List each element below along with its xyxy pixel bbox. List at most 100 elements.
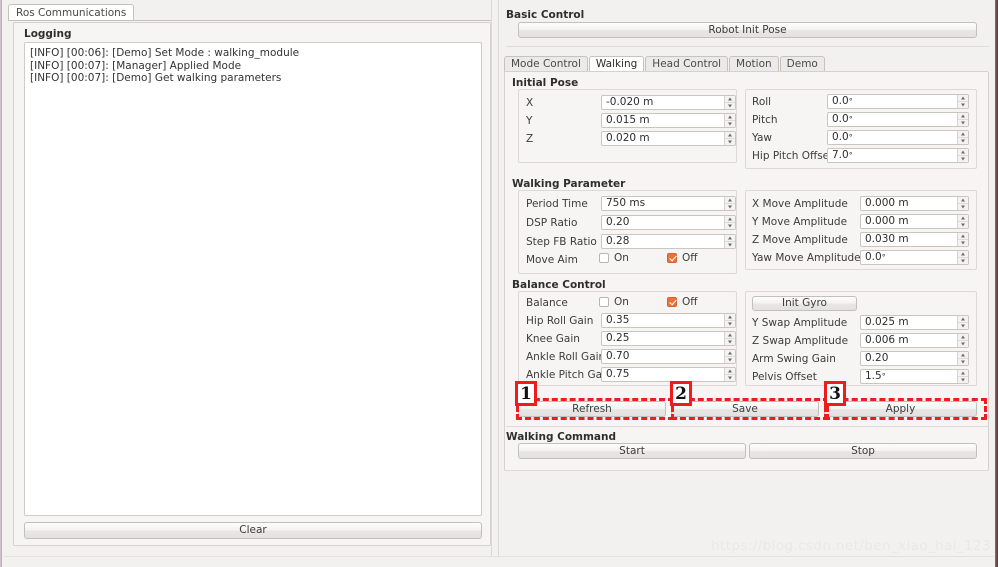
spinner-arrows[interactable] [724, 332, 735, 345]
spinner-arrows[interactable] [957, 251, 968, 264]
init-gyro-button[interactable]: Init Gyro [752, 296, 857, 311]
spinner-up-icon[interactable] [958, 113, 968, 120]
tab-head-control[interactable]: Head Control [645, 56, 729, 72]
spinner-down-icon[interactable] [958, 156, 968, 162]
knee-gain-spinbox[interactable]: 0.25 [601, 331, 736, 346]
spinner-up-icon[interactable] [958, 95, 968, 102]
spinner-up-icon[interactable] [725, 96, 735, 103]
spinner-up-icon[interactable] [958, 316, 968, 323]
spinner-up-icon[interactable] [958, 197, 968, 204]
ankle-roll-gain-spinbox[interactable]: 0.70 [601, 349, 736, 364]
yaw-move-amplitude-spinbox[interactable]: 0.0° [860, 250, 969, 265]
panel-splitter[interactable] [491, 0, 499, 567]
spinner-up-icon[interactable] [725, 235, 735, 242]
spinner-arrows[interactable] [957, 370, 968, 383]
spinner-up-icon[interactable] [958, 334, 968, 341]
initial-pose-x-spinbox[interactable]: -0.020 m [601, 95, 736, 110]
checkbox-checked-icon[interactable] [667, 253, 677, 263]
spinner-arrows[interactable] [957, 334, 968, 347]
tab-motion[interactable]: Motion [729, 56, 779, 72]
spinner-arrows[interactable] [724, 96, 735, 109]
spinner-up-icon[interactable] [725, 114, 735, 121]
spinner-down-icon[interactable] [958, 341, 968, 347]
spinner-arrows[interactable] [724, 235, 735, 248]
spinner-up-icon[interactable] [725, 216, 735, 223]
spinner-arrows[interactable] [957, 95, 968, 108]
checkbox-checked-icon[interactable] [667, 297, 677, 307]
clear-button[interactable]: Clear [24, 522, 482, 539]
checkbox-box-icon[interactable] [599, 253, 609, 263]
robot-init-pose-button[interactable]: Robot Init Pose [518, 22, 977, 38]
spinner-arrows[interactable] [724, 197, 735, 210]
spinner-up-icon[interactable] [958, 352, 968, 359]
spinner-up-icon[interactable] [958, 251, 968, 258]
step-fb-ratio-spinbox[interactable]: 0.28 [601, 234, 736, 249]
initial-pose-z-spinbox[interactable]: 0.020 m [601, 131, 736, 146]
spinner-up-icon[interactable] [725, 368, 735, 375]
spinner-down-icon[interactable] [958, 138, 968, 144]
x-move-amplitude-spinbox[interactable]: 0.000 m [860, 196, 969, 211]
initial-pose-y-spinbox[interactable]: 0.015 m [601, 113, 736, 128]
tab-ros-communications[interactable]: Ros Communications [8, 4, 135, 21]
spinner-down-icon[interactable] [958, 102, 968, 108]
spinner-up-icon[interactable] [725, 332, 735, 339]
z-move-amplitude-spinbox[interactable]: 0.030 m [860, 232, 969, 247]
tab-mode-control[interactable]: Mode Control [504, 56, 588, 72]
start-button[interactable]: Start [518, 443, 746, 459]
arm-swing-gain-spinbox[interactable]: 0.20 [860, 351, 969, 366]
refresh-button[interactable]: Refresh [518, 401, 666, 417]
tab-demo[interactable]: Demo [779, 56, 825, 72]
spinner-down-icon[interactable] [725, 339, 735, 345]
spinner-down-icon[interactable] [958, 258, 968, 264]
spinner-up-icon[interactable] [958, 233, 968, 240]
spinner-arrows[interactable] [724, 314, 735, 327]
spinner-down-icon[interactable] [725, 242, 735, 248]
tab-walking[interactable]: Walking [588, 56, 645, 72]
initial-pose-pitch-spinbox[interactable]: 0.0° [827, 112, 969, 127]
pelvis-offset-spinbox[interactable]: 1.5° [860, 369, 969, 384]
spinner-down-icon[interactable] [958, 359, 968, 365]
spinner-up-icon[interactable] [958, 149, 968, 156]
spinner-down-icon[interactable] [958, 204, 968, 210]
spinner-down-icon[interactable] [725, 103, 735, 109]
spinner-arrows[interactable] [957, 316, 968, 329]
spinner-down-icon[interactable] [958, 240, 968, 246]
stop-button[interactable]: Stop [749, 443, 977, 459]
apply-button[interactable]: Apply [824, 401, 977, 417]
spinner-up-icon[interactable] [958, 131, 968, 138]
spinner-arrows[interactable] [724, 350, 735, 363]
spinner-arrows[interactable] [957, 131, 968, 144]
balance-off-checkbox[interactable]: Off [667, 296, 698, 308]
spinner-arrows[interactable] [724, 132, 735, 145]
spinner-up-icon[interactable] [725, 132, 735, 139]
spinner-arrows[interactable] [957, 215, 968, 228]
hip-roll-gain-spinbox[interactable]: 0.35 [601, 313, 736, 328]
spinner-down-icon[interactable] [725, 204, 735, 210]
spinner-arrows[interactable] [957, 197, 968, 210]
spinner-down-icon[interactable] [958, 377, 968, 383]
spinner-arrows[interactable] [957, 149, 968, 162]
spinner-up-icon[interactable] [958, 215, 968, 222]
spinner-up-icon[interactable] [725, 350, 735, 357]
period-time-spinbox[interactable]: 750 ms [601, 196, 736, 211]
spinner-arrows[interactable] [957, 113, 968, 126]
move-aim-on-checkbox[interactable]: On [599, 252, 629, 264]
spinner-down-icon[interactable] [958, 323, 968, 329]
z-swap-amplitude-spinbox[interactable]: 0.006 m [860, 333, 969, 348]
spinner-down-icon[interactable] [725, 321, 735, 327]
spinner-arrows[interactable] [724, 216, 735, 229]
spinner-up-icon[interactable] [958, 370, 968, 377]
ankle-pitch-gain-spinbox[interactable]: 0.75 [601, 367, 736, 382]
spinner-arrows[interactable] [724, 368, 735, 381]
spinner-down-icon[interactable] [725, 375, 735, 381]
y-swap-amplitude-spinbox[interactable]: 0.025 m [860, 315, 969, 330]
spinner-down-icon[interactable] [958, 222, 968, 228]
log-output[interactable]: [INFO] [00:06]: [Demo] Set Mode : walkin… [24, 42, 482, 516]
spinner-arrows[interactable] [724, 114, 735, 127]
spinner-down-icon[interactable] [958, 120, 968, 126]
spinner-up-icon[interactable] [725, 314, 735, 321]
move-aim-off-checkbox[interactable]: Off [667, 252, 698, 264]
spinner-down-icon[interactable] [725, 139, 735, 145]
spinner-arrows[interactable] [957, 352, 968, 365]
spinner-down-icon[interactable] [725, 357, 735, 363]
